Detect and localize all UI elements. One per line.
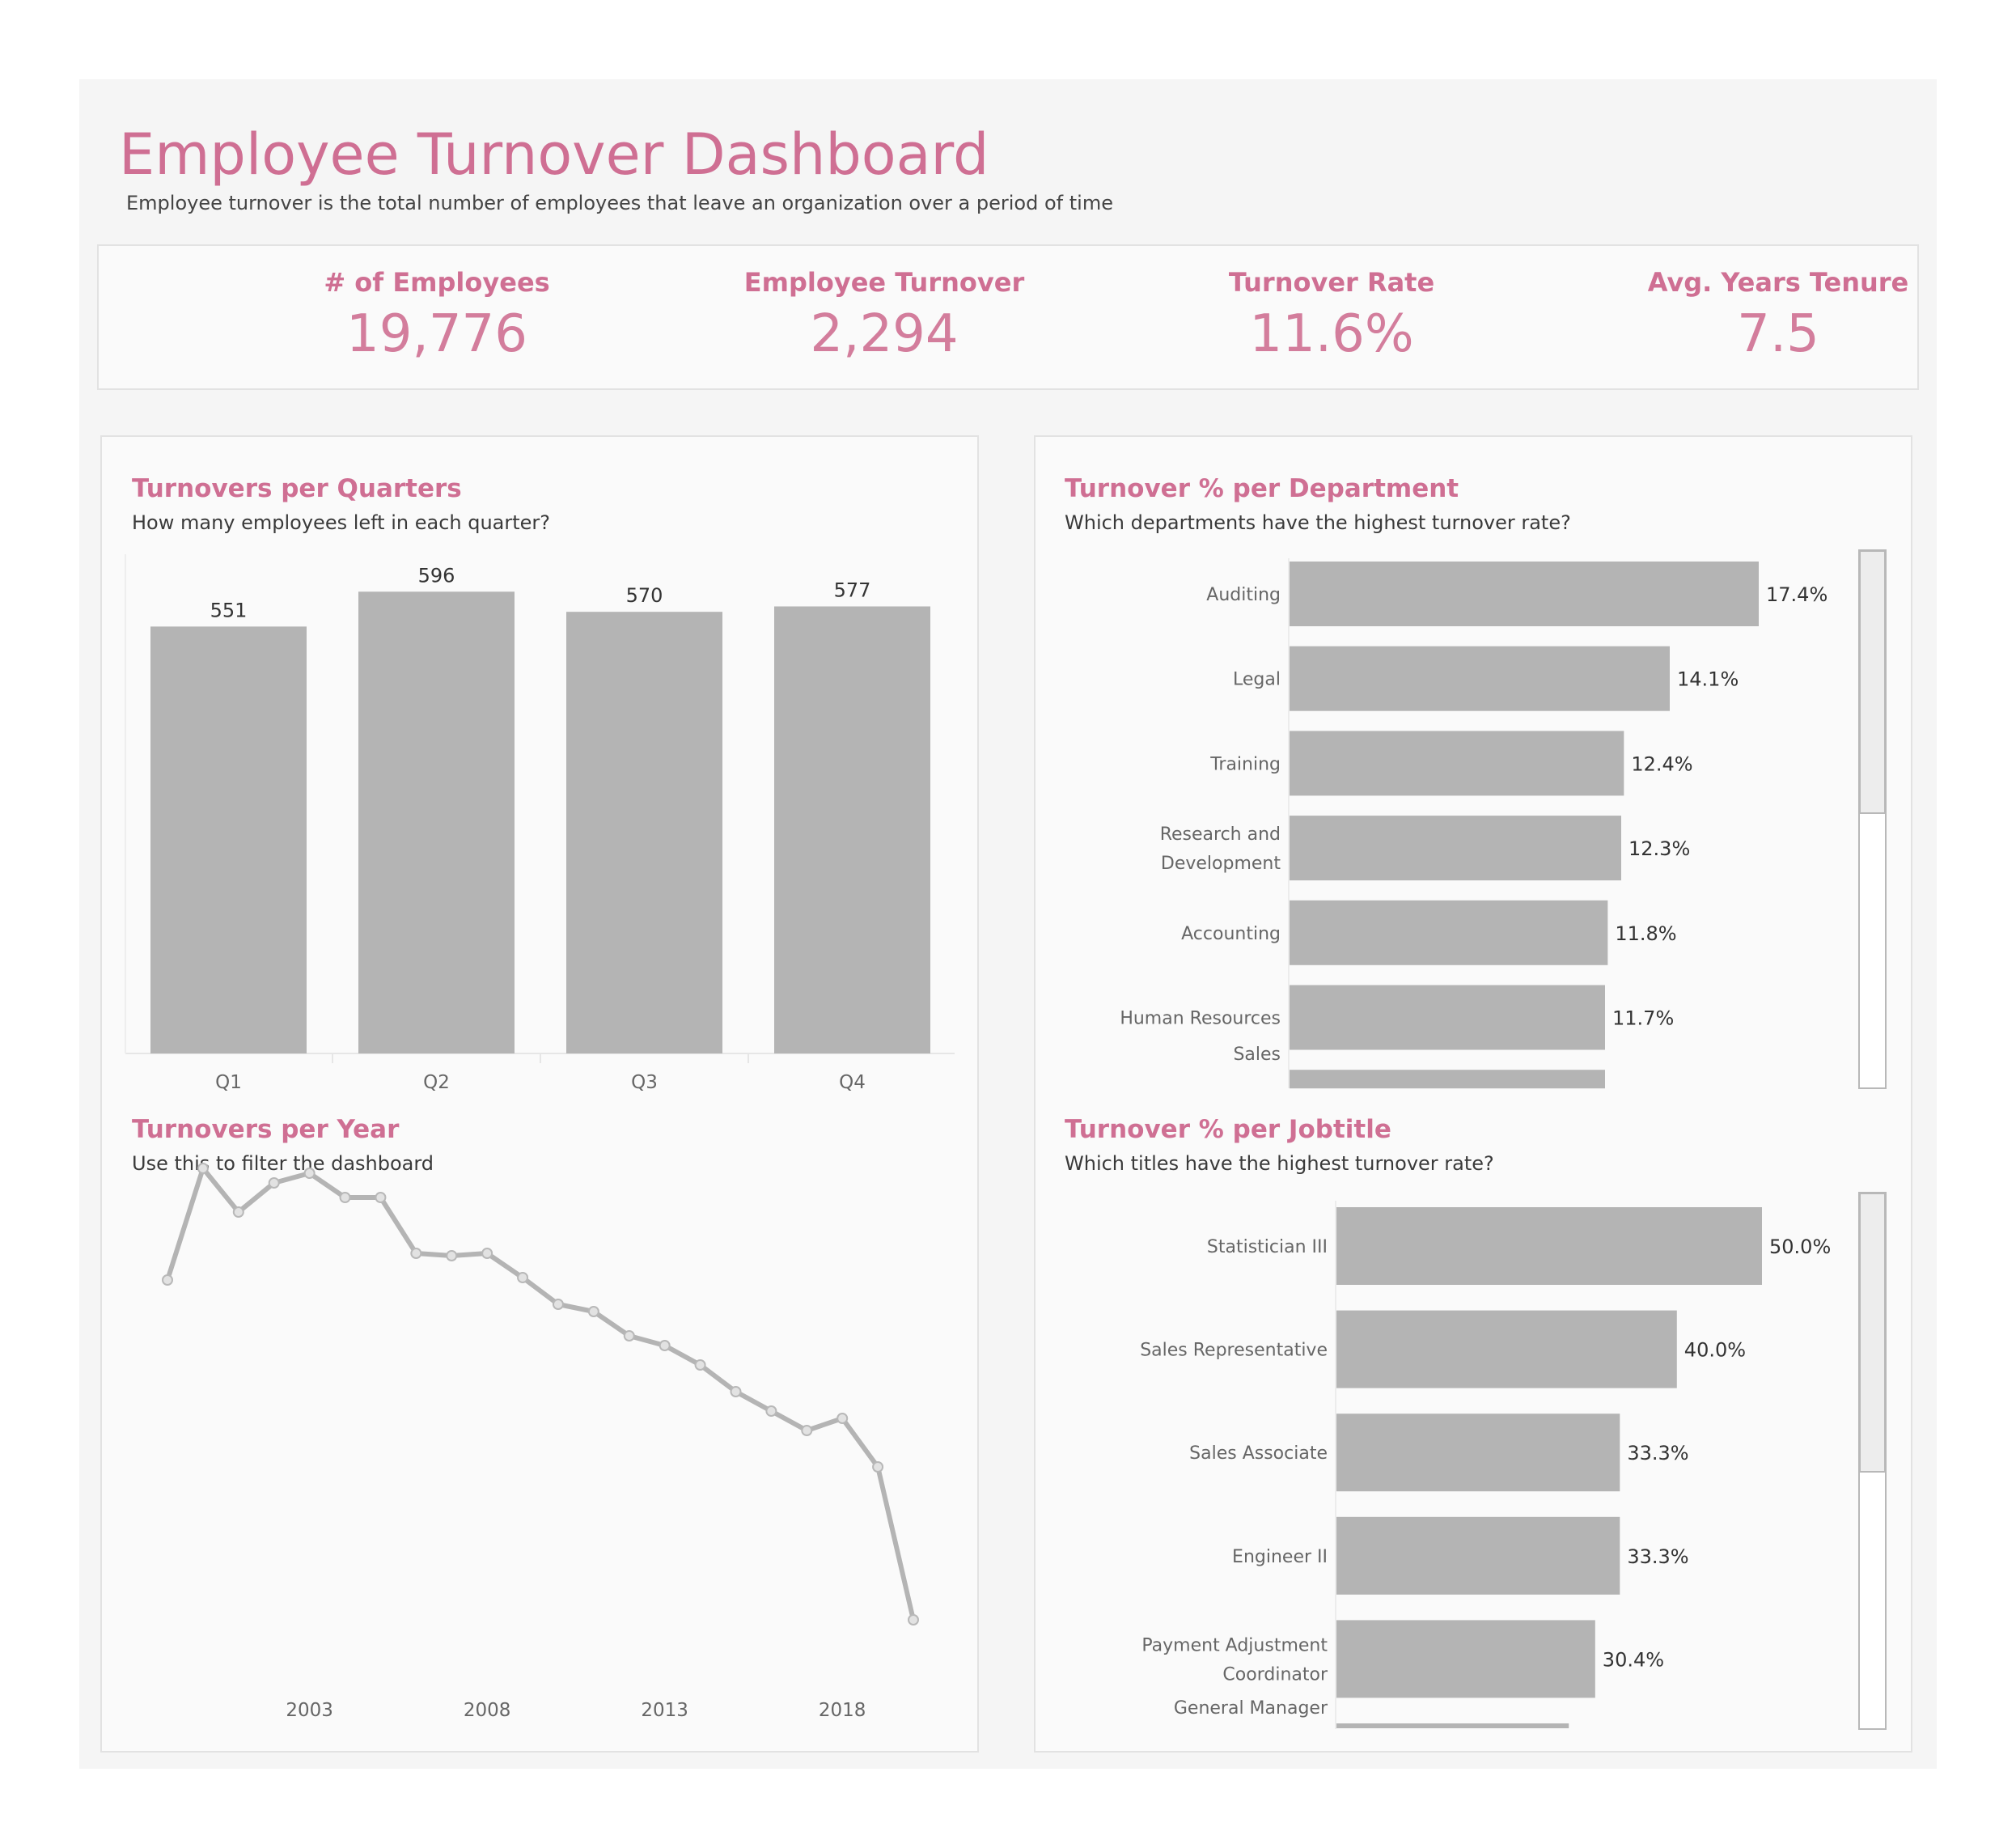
bar-data-label: 577 [834,579,871,601]
bar-data-label: 33.3% [1627,1545,1688,1568]
year-data-point[interactable] [375,1192,387,1203]
category-bar[interactable] [1336,1310,1677,1388]
category-bar[interactable] [1290,985,1605,1050]
charts-svg: 551 Q1 596 Q2 570 Q3 577 Q4 2003 2008 2013 2018 17.4… [125,549,1887,1730]
y-tick-label: Coordinator [1222,1664,1328,1685]
bar-data-label: 12.3% [1628,837,1690,860]
year-data-point[interactable] [908,1614,919,1625]
y-tick-label: Accounting [1181,924,1281,944]
bar-data-label: 11.8% [1615,922,1676,945]
x-tick-label: 2008 [464,1700,511,1721]
category-bar[interactable] [1336,1414,1620,1492]
y-tick-label: Statistician III [1207,1237,1328,1257]
x-tick-label: Q2 [423,1072,450,1093]
y-tick-label: Development [1161,854,1281,874]
scrollbar-thumb[interactable] [1859,550,1886,814]
series-line [165,1166,916,1622]
year-data-point[interactable] [410,1248,422,1259]
category-bar[interactable] [1290,816,1621,881]
year-data-point[interactable] [446,1250,458,1261]
x-tick-label: 2003 [286,1700,333,1721]
quarter-bar[interactable] [566,612,722,1053]
category-bar[interactable] [1290,900,1608,965]
year-data-point[interactable] [232,1206,244,1218]
y-tick-label: Auditing [1206,585,1281,605]
bar-data-label: 33.3% [1627,1442,1688,1464]
year-data-point[interactable] [197,1163,209,1174]
category-bar[interactable] [1336,1723,1569,1728]
quarter-bar[interactable] [774,606,930,1053]
bar-data-label: 12.4% [1631,752,1692,775]
year-data-point[interactable] [162,1274,173,1286]
category-bar[interactable] [1336,1620,1595,1698]
category-bar[interactable] [1336,1516,1620,1595]
scrollbar-thumb[interactable] [1859,1193,1886,1473]
year-data-point[interactable] [552,1299,564,1310]
year-data-point[interactable] [268,1177,280,1189]
year-data-point[interactable] [765,1405,777,1417]
year-data-point[interactable] [481,1248,493,1259]
y-tick-label: Research and [1160,824,1281,845]
year-data-point[interactable] [303,1168,316,1179]
year-data-point[interactable] [587,1306,599,1317]
category-bar[interactable] [1336,1207,1762,1285]
y-tick-label: Sales Associate [1189,1443,1328,1464]
category-bar[interactable] [1290,1070,1605,1089]
year-data-point[interactable] [872,1461,884,1473]
year-data-point[interactable] [339,1192,351,1203]
bar-data-label: 40.0% [1684,1339,1746,1362]
y-tick-label: Sales [1233,1045,1281,1065]
x-tick-label: Q1 [215,1072,242,1093]
y-tick-label: Human Resources [1120,1009,1281,1029]
category-bar[interactable] [1290,646,1670,711]
y-tick-label: Payment Adjustment [1141,1635,1328,1655]
category-bar[interactable] [1290,731,1624,796]
category-bar[interactable] [1290,562,1759,626]
quarter-bar[interactable] [150,626,307,1053]
x-tick-label: Q3 [631,1072,658,1093]
bar-data-label: 14.1% [1677,668,1739,691]
year-data-point[interactable] [517,1272,529,1283]
x-tick-label: 2018 [819,1700,866,1721]
year-data-point[interactable] [659,1340,671,1351]
bar-data-label: 551 [210,599,248,621]
year-data-point[interactable] [694,1359,706,1371]
bar-data-label: 596 [418,564,455,587]
y-tick-label: Sales Representative [1140,1341,1328,1361]
x-tick-label: 2013 [641,1700,688,1721]
year-data-point[interactable] [730,1386,742,1397]
bar-data-label: 50.0% [1769,1236,1831,1258]
y-tick-label: Legal [1233,670,1281,690]
bar-data-label: 17.4% [1766,583,1828,606]
bar-data-label: 11.7% [1612,1007,1674,1030]
year-data-point[interactable] [836,1413,849,1424]
x-tick-label: Q4 [839,1072,866,1093]
year-data-point[interactable] [623,1330,635,1341]
y-tick-label: General Manager [1174,1698,1328,1719]
bar-data-label: 30.4% [1603,1648,1664,1671]
y-tick-label: Engineer II [1232,1547,1328,1567]
year-data-point[interactable] [801,1425,813,1436]
y-tick-label: Training [1209,754,1281,774]
bar-data-label: 570 [626,584,663,607]
quarter-bar[interactable] [358,591,515,1053]
